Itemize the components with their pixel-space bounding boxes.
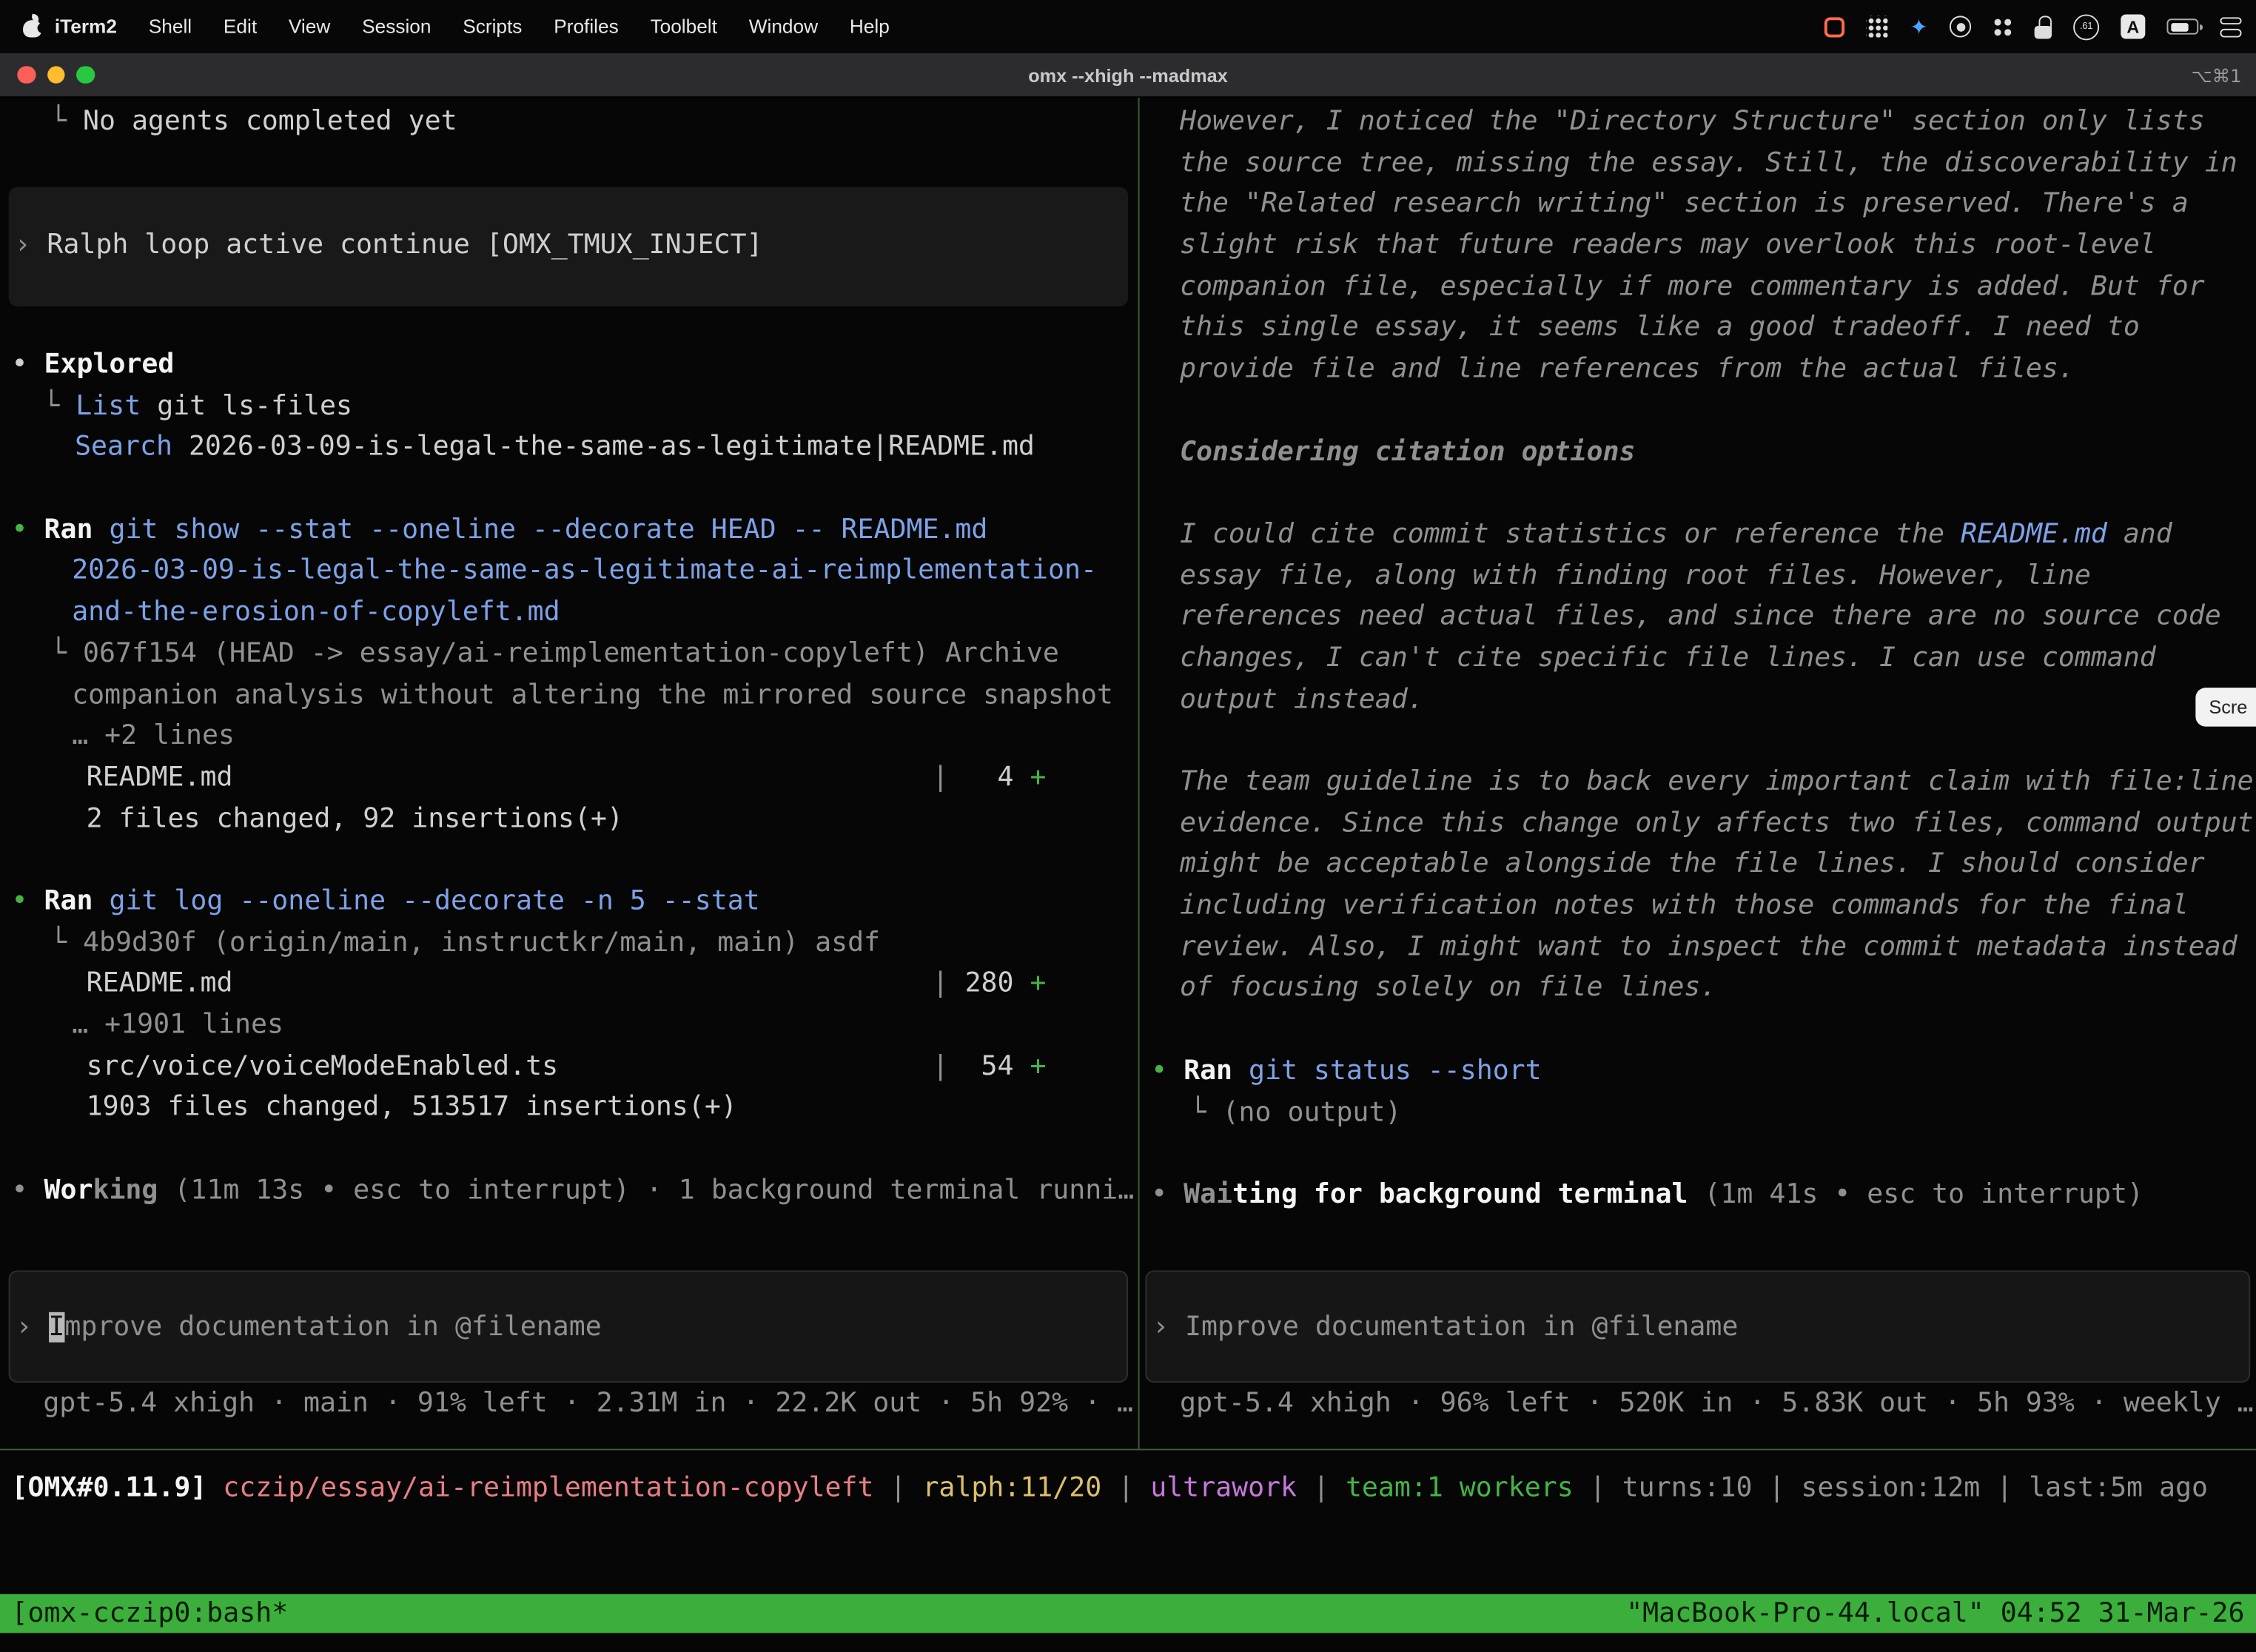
terminal: └ No agents completed yet › Ralph loop a… (0, 98, 2256, 1448)
minimize-button[interactable] (47, 66, 64, 84)
close-button[interactable] (17, 66, 35, 84)
app-menus: iTerm2ShellEditViewSessionScriptsProfile… (43, 0, 905, 53)
tmux-status-bar: [omx-cczip0:bash* "MacBook-Pro-44.local"… (0, 1594, 2256, 1633)
left-pane: └ No agents completed yet › Ralph loop a… (0, 98, 1138, 1448)
menu-session[interactable]: Session (346, 0, 447, 53)
left-prompt-input[interactable]: › Improve documentation in @filename (9, 1270, 1128, 1383)
menu-iterm2[interactable]: iTerm2 (43, 0, 132, 53)
menu-edit[interactable]: Edit (208, 0, 273, 53)
apple-menu-icon[interactable] (23, 14, 43, 38)
screen-share-popup[interactable]: Scre (2196, 688, 2256, 726)
right-prompt-input[interactable]: › Improve documentation in @filename (1145, 1270, 2250, 1383)
window-title: omx --xhigh --madmax (1028, 64, 1228, 86)
right-model-status: gpt-5.4 xhigh · 96% left · 520K in · 5.8… (1180, 1384, 2256, 1426)
screen: iTerm2ShellEditViewSessionScriptsProfile… (0, 0, 2256, 1652)
ralph-loop-banner: › Ralph loop active continue [OMX_TMUX_I… (9, 187, 1128, 306)
control-center-icon[interactable] (2220, 16, 2241, 36)
menu-bar: iTerm2ShellEditViewSessionScriptsProfile… (0, 0, 2256, 53)
menu-view[interactable]: View (273, 0, 346, 53)
left-transcript: • Explored└ List git ls-filesSearch 2026… (0, 346, 1138, 1212)
menu-help[interactable]: Help (833, 0, 905, 53)
app-grid-icon[interactable] (1867, 16, 1888, 37)
lock-icon[interactable] (2035, 15, 2052, 38)
input-source-icon[interactable]: A (2121, 14, 2145, 38)
gauge-icon[interactable]: .61 (2073, 13, 2099, 39)
zoom-button[interactable] (76, 66, 94, 84)
left-model-status: gpt-5.4 xhigh · main · 91% left · 2.31M … (43, 1384, 1138, 1426)
window-title-bar: omx --xhigh --madmax ⌥⌘1 (0, 53, 2256, 98)
menu-shell[interactable]: Shell (132, 0, 207, 53)
agents-summary: └ No agents completed yet (0, 102, 1138, 144)
menu-window[interactable]: Window (733, 0, 833, 53)
right-transcript: However, I noticed the "Directory Struct… (1140, 102, 2256, 1217)
horizontal-divider (0, 1448, 2256, 1450)
battery-icon[interactable] (2166, 19, 2198, 34)
menu-profiles[interactable]: Profiles (538, 0, 634, 53)
spark-icon[interactable] (1910, 13, 1927, 39)
omx-status-line: [OMX#0.11.9] cczip/essay/ai-reimplementa… (12, 1469, 2256, 1511)
circle-app-icon[interactable] (1950, 16, 1971, 37)
traffic-lights (17, 53, 94, 96)
right-pane: However, I noticed the "Directory Struct… (1140, 98, 2256, 1448)
menu-scripts[interactable]: Scripts (447, 0, 538, 53)
tmux-window-name[interactable]: [omx-cczip0:bash* (12, 1594, 289, 1633)
menu-toolbelt[interactable]: Toolbelt (634, 0, 733, 53)
tmux-host-clock: "MacBook-Pro-44.local" 04:52 31-Mar-26 (1626, 1594, 2244, 1633)
window-shortcut: ⌥⌘1 (2192, 64, 2242, 86)
screen-recording-icon[interactable] (1825, 16, 1845, 36)
ralph-loop-text: › Ralph loop active continue [OMX_TMUX_I… (14, 226, 762, 267)
menu-status-icons: .61 A (1825, 13, 2242, 39)
window-grid-icon[interactable] (1993, 16, 2012, 36)
